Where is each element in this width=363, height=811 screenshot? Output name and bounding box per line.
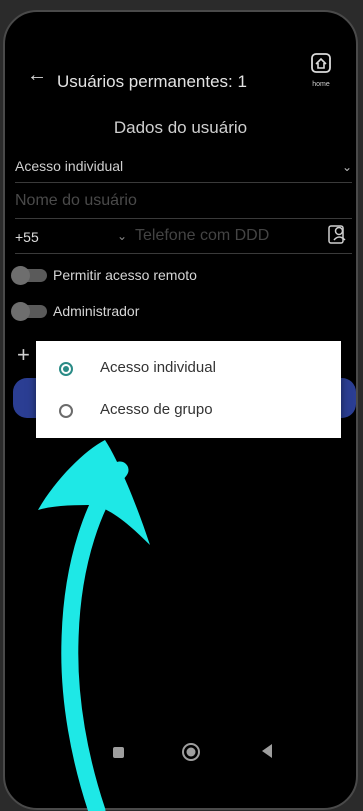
- app-bar: ← Usuários permanentes: 1 home: [5, 12, 356, 132]
- phone-field-row: +55 ⌄ Telefone com DDD: [15, 225, 352, 254]
- home-label: home: [312, 81, 330, 88]
- contacts-icon[interactable]: [326, 223, 348, 245]
- remote-access-toggle[interactable]: [11, 266, 47, 285]
- radio-selected-icon[interactable]: [59, 362, 73, 376]
- admin-toggle[interactable]: [11, 302, 47, 321]
- remote-access-label: Permitir acesso remoto: [53, 267, 197, 283]
- back-nav-icon[interactable]: [260, 743, 274, 759]
- option-group-access[interactable]: Acesso de grupo: [36, 391, 341, 431]
- access-type-value: Acesso individual: [15, 158, 124, 174]
- option-individual-access[interactable]: Acesso individual: [36, 349, 341, 389]
- add-icon[interactable]: +: [17, 342, 30, 368]
- access-type-dialog: Acesso individual Acesso de grupo: [36, 341, 341, 438]
- system-nav-bar: [5, 740, 356, 770]
- chevron-down-icon: ⌄: [341, 160, 352, 174]
- phone-input[interactable]: Telefone com DDD: [135, 227, 269, 245]
- back-arrow-icon[interactable]: ←: [27, 64, 47, 87]
- option-label: Acesso de grupo: [100, 401, 213, 418]
- chevron-down-icon: ⌄: [117, 229, 128, 243]
- radio-unselected-icon[interactable]: [59, 404, 73, 418]
- user-name-field[interactable]: Nome do usuário: [15, 192, 352, 219]
- home-button[interactable]: home: [306, 52, 336, 88]
- admin-label: Administrador: [53, 303, 140, 319]
- recent-apps-icon[interactable]: [113, 747, 124, 758]
- home-icon: [311, 53, 331, 73]
- section-title: Dados do usuário: [113, 118, 248, 137]
- page-title: Usuários permanentes: 1: [57, 72, 247, 91]
- country-code-select[interactable]: +55: [15, 229, 39, 245]
- option-label: Acesso individual: [100, 359, 216, 376]
- access-type-select[interactable]: Acesso individual ⌄: [15, 158, 352, 183]
- user-name-placeholder: Nome do usuário: [15, 192, 137, 209]
- home-nav-icon[interactable]: [181, 742, 201, 762]
